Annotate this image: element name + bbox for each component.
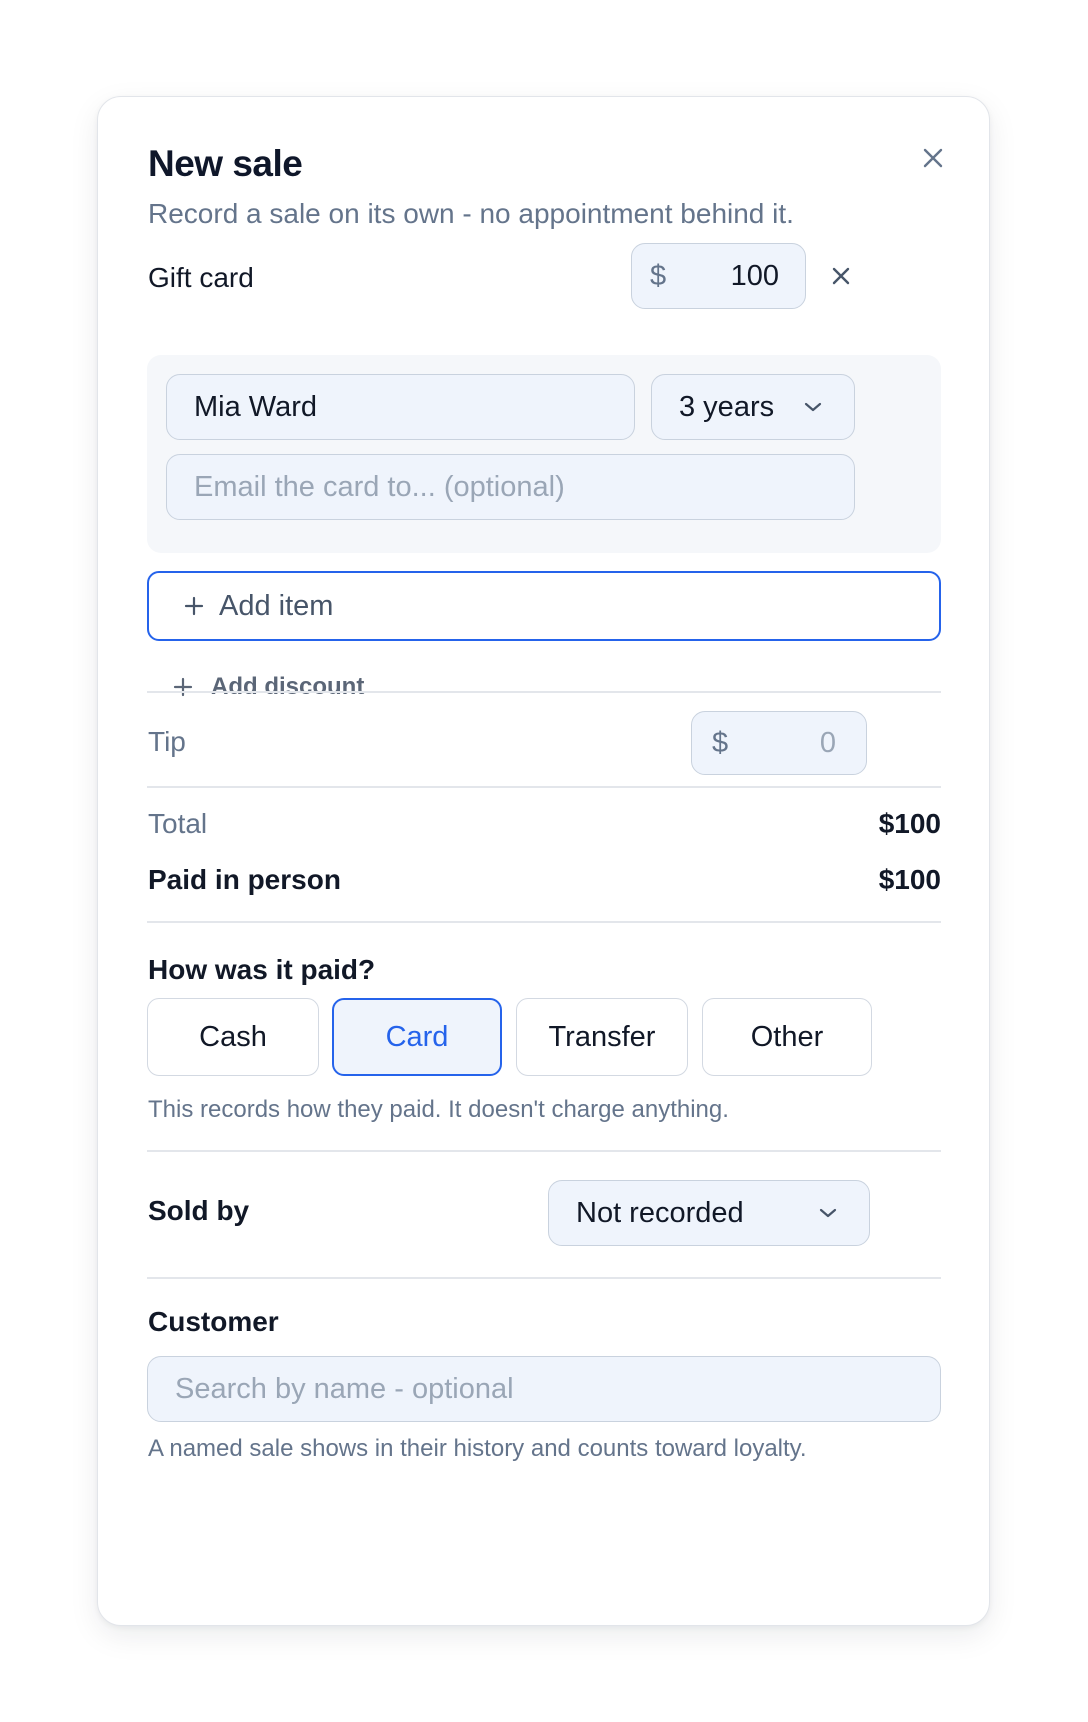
customer-search-input[interactable]: Search by name - optional	[147, 1356, 941, 1422]
payment-note: This records how they paid. It doesn't c…	[148, 1096, 729, 1123]
add-item-button[interactable]: Add item	[147, 571, 941, 641]
dialog-title: New sale	[148, 143, 303, 184]
gift-card-amount-value: 100	[730, 259, 779, 292]
customer-search-placeholder: Search by name - optional	[175, 1372, 514, 1405]
paid-in-person-label: Paid in person	[148, 864, 341, 895]
plus-icon	[184, 596, 204, 616]
add-discount-label: Add discount	[211, 673, 365, 700]
customer-note: A named sale shows in their history and …	[148, 1435, 807, 1462]
sold-by-select[interactable]: Not recorded	[548, 1180, 870, 1246]
divider	[147, 691, 941, 693]
payment-option-card[interactable]: Card	[332, 998, 502, 1076]
payment-option-other[interactable]: Other	[702, 998, 872, 1076]
currency-symbol: $	[712, 726, 729, 759]
chevron-down-icon	[819, 1208, 837, 1218]
paid-in-person-value: $100	[878, 864, 941, 895]
chevron-down-icon	[804, 402, 822, 412]
email-card-placeholder: Email the card to... (optional)	[194, 470, 565, 503]
divider	[147, 921, 941, 923]
plus-icon	[173, 677, 193, 697]
currency-symbol: $	[650, 259, 667, 292]
gift-card-amount-field[interactable]: $ 100	[631, 243, 806, 309]
divider	[147, 786, 941, 788]
sold-by-value: Not recorded	[576, 1196, 744, 1229]
remove-gift-card-icon[interactable]	[828, 263, 854, 289]
close-icon[interactable]	[916, 141, 950, 175]
payment-question: How was it paid?	[148, 954, 376, 985]
recipient-name-value: Mia Ward	[194, 390, 317, 423]
add-discount-button[interactable]: Add discount	[173, 673, 364, 701]
dialog-subtitle: Record a sale on its own - no appointmen…	[148, 198, 794, 229]
validity-select[interactable]: 3 years	[651, 374, 855, 440]
sold-by-label: Sold by	[148, 1195, 250, 1226]
tip-amount-field[interactable]: $ 0	[691, 711, 867, 775]
validity-value: 3 years	[679, 390, 775, 423]
total-value: $100	[878, 808, 941, 839]
new-sale-dialog: New sale Record a sale on its own - no a…	[97, 96, 990, 1626]
payment-option-transfer[interactable]: Transfer	[516, 998, 688, 1076]
tip-placeholder: 0	[819, 726, 836, 759]
recipient-name-input[interactable]: Mia Ward	[166, 374, 635, 440]
payment-option-cash[interactable]: Cash	[147, 998, 319, 1076]
divider	[147, 1150, 941, 1152]
email-card-input[interactable]: Email the card to... (optional)	[166, 454, 855, 520]
add-item-label: Add item	[219, 589, 334, 622]
gift-card-label: Gift card	[148, 262, 254, 293]
customer-label: Customer	[148, 1306, 279, 1337]
divider	[147, 1277, 941, 1279]
total-label: Total	[148, 808, 208, 839]
tip-label: Tip	[148, 726, 186, 757]
